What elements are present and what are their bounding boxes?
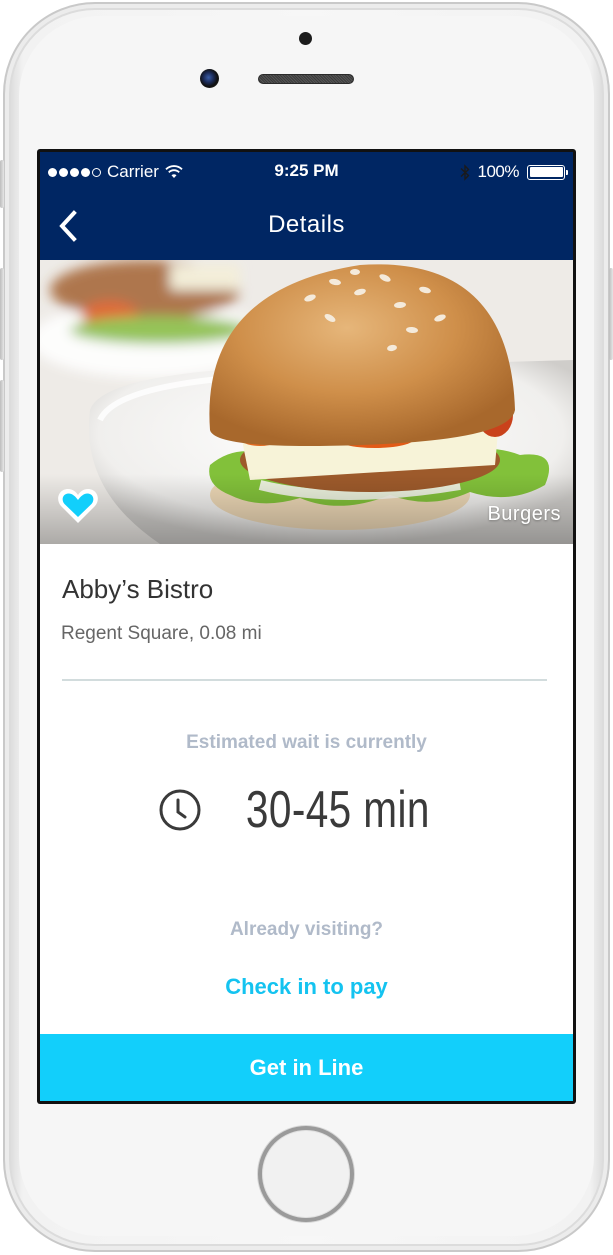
volume-down-button [0,380,4,472]
power-button [609,268,613,360]
wait-time-label: Estimated wait is currently [186,732,427,753]
wait-time: 30-45 min [40,780,573,840]
page-title: Details [268,211,345,238]
section-divider [62,679,547,681]
home-button[interactable] [258,1126,354,1222]
mute-switch [0,160,4,208]
status-bar: Carrier 9:25 PM 100% [40,152,573,192]
clock-icon [159,789,201,831]
check-in-to-pay-link[interactable]: Check in to pay [40,974,573,1000]
restaurant-photo: Burgers [40,260,573,544]
volume-up-button [0,268,4,360]
already-visiting-label: Already visiting? [229,919,384,940]
favorite-button[interactable] [56,486,100,526]
battery-level [529,167,563,177]
proximity-sensor [299,32,312,45]
category-label: Burgers [487,503,561,525]
status-right: 100% [460,162,568,182]
battery-percentage: 100% [477,162,520,181]
bluetooth-icon [460,163,470,181]
heart-icon [58,489,98,523]
device-screen: Carrier 9:25 PM 100% Details Burgers Abb… [37,149,576,1104]
wait-time-value: 30-45 min [245,781,430,839]
front-camera [200,69,219,88]
app-screen: Carrier 9:25 PM 100% Details Burgers Abb… [40,152,573,1101]
navigation-bar: Details [40,192,573,260]
battery-icon [527,164,568,180]
get-in-line-button[interactable]: Get in Line [40,1034,573,1101]
restaurant-name: Abby’s Bistro [62,574,214,604]
restaurant-location: Regent Square, 0.08 mi [61,623,262,644]
earpiece-speaker [258,74,354,84]
